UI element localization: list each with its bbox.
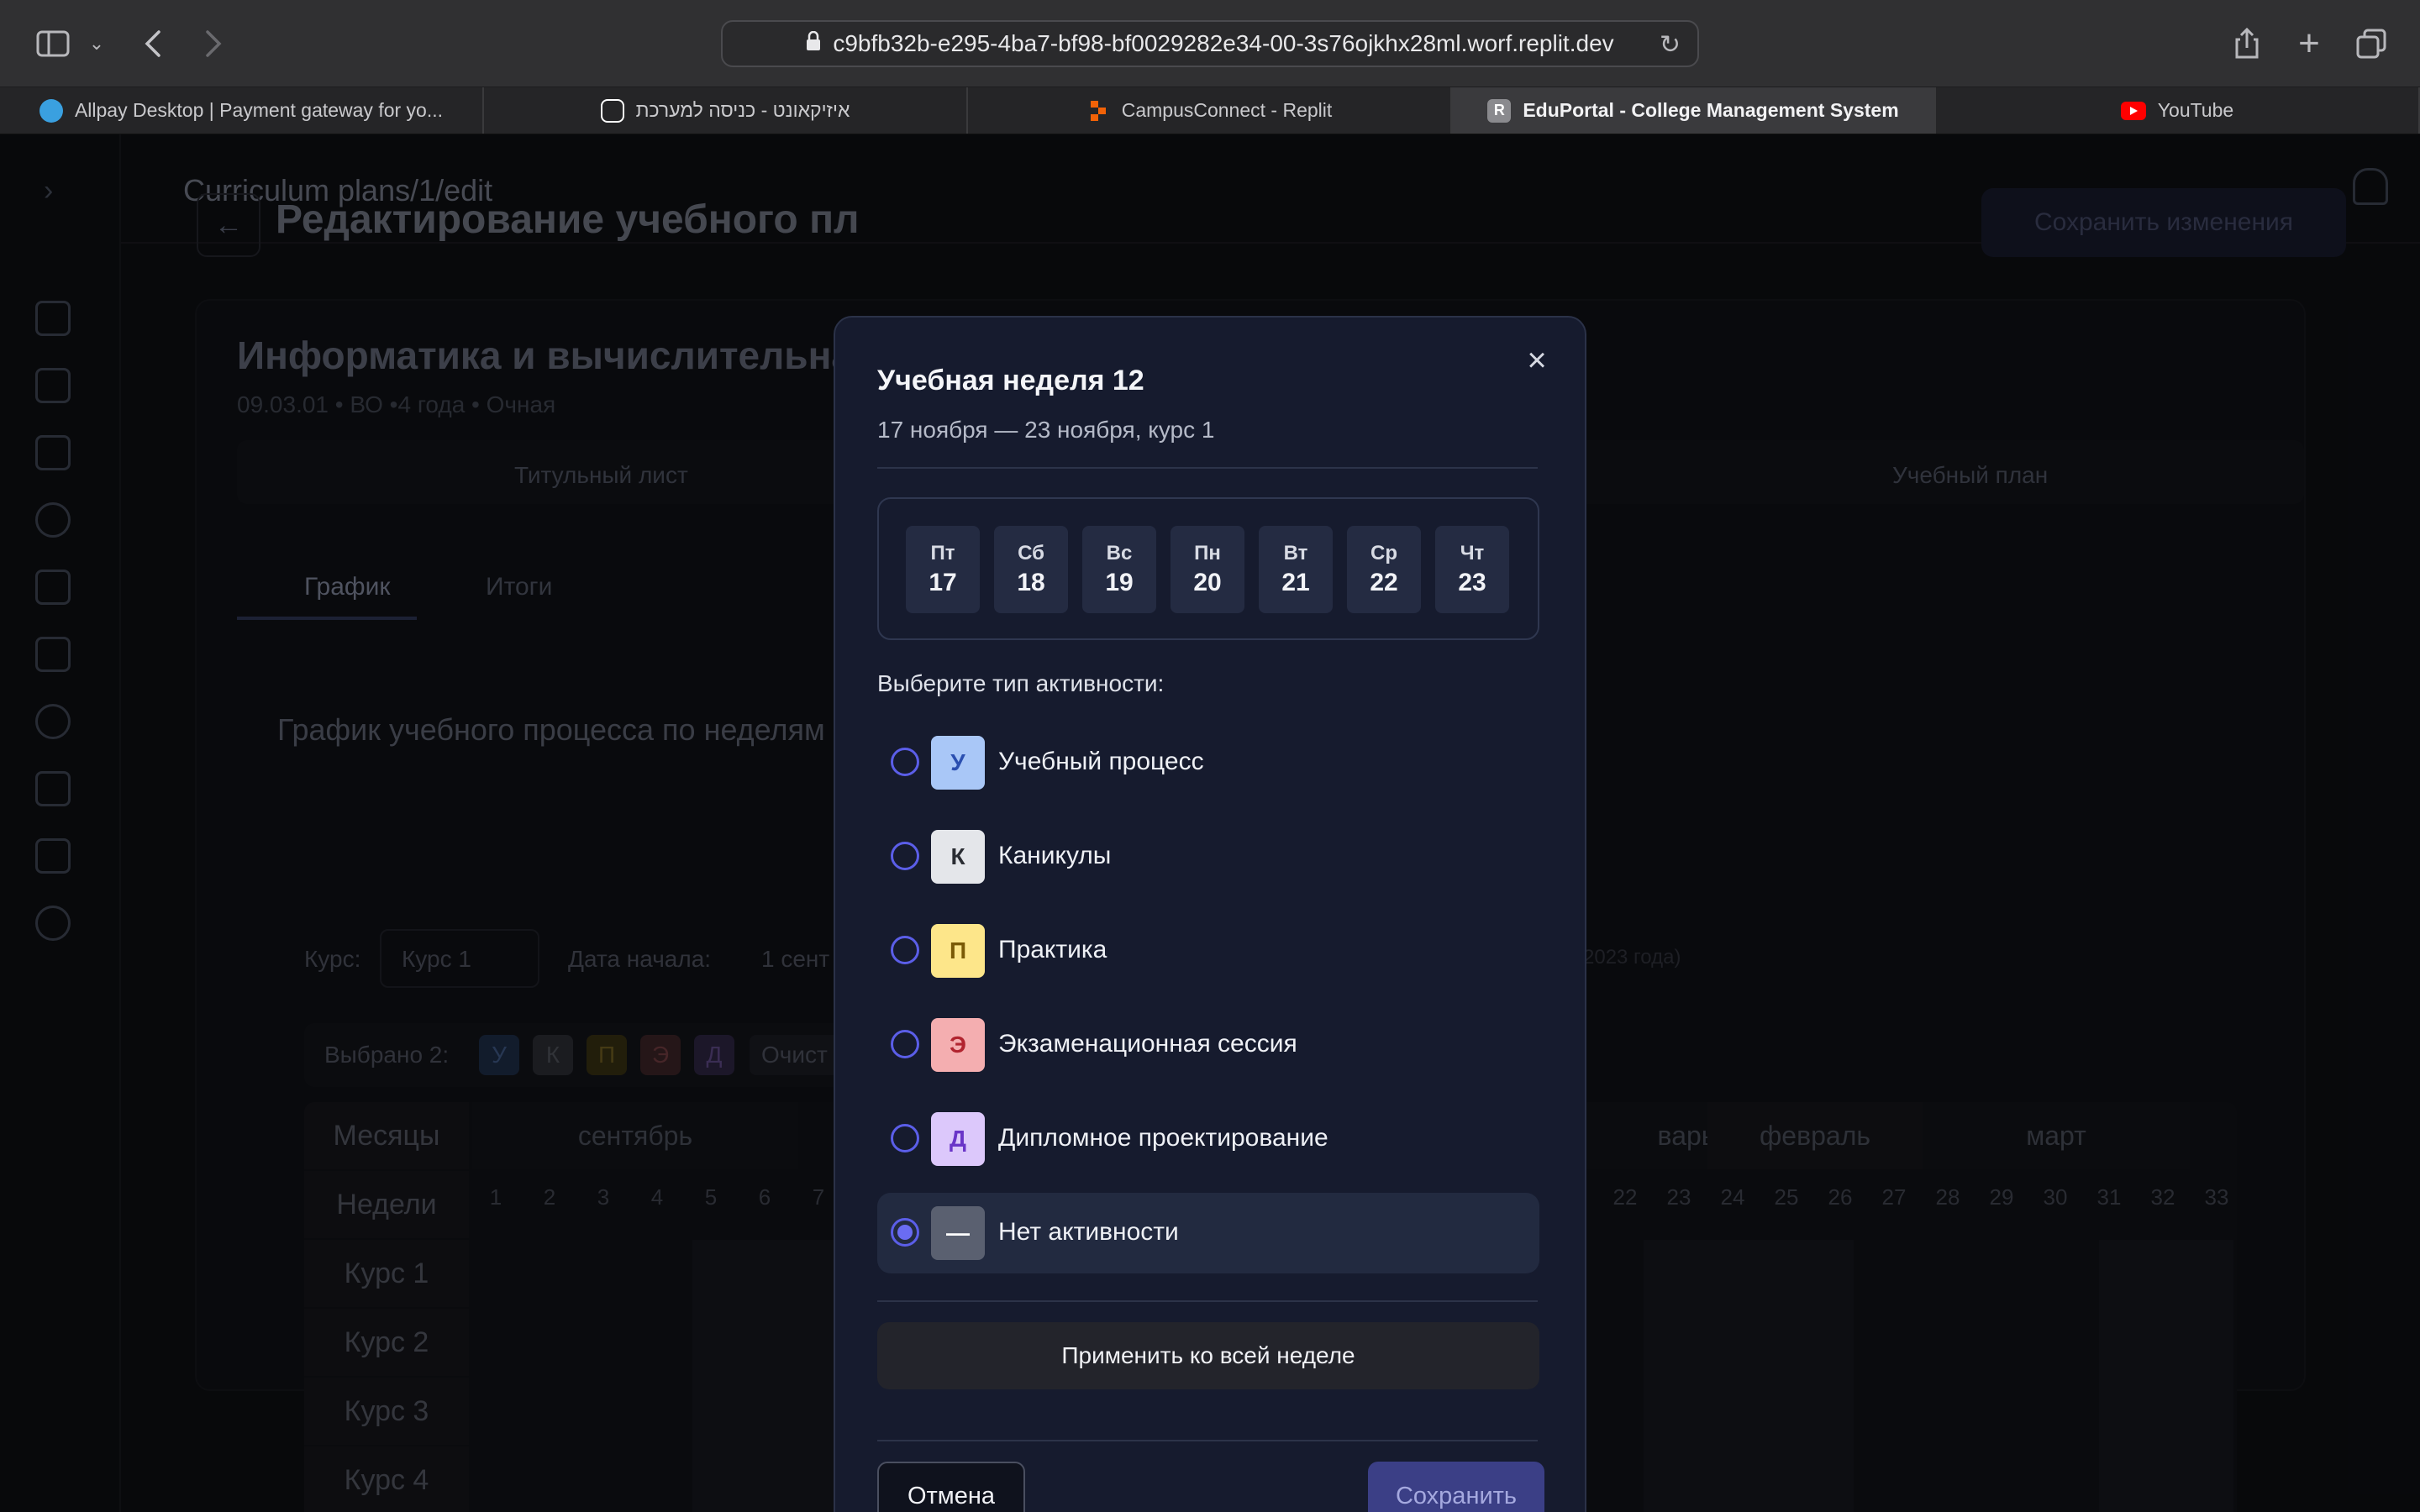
radio-button[interactable] xyxy=(891,842,919,870)
replit-icon xyxy=(1086,99,1110,123)
day-cell[interactable]: Сб 18 xyxy=(994,526,1068,613)
cancel-button[interactable]: Отмена xyxy=(877,1462,1025,1512)
radio-button-checked[interactable] xyxy=(891,1218,919,1247)
apply-to-week-button[interactable]: Применить ко всей неделе xyxy=(877,1322,1539,1389)
activity-label: Практика xyxy=(998,936,1107,963)
activity-prompt: Выберите тип активности: xyxy=(877,670,1165,696)
activity-label: Каникулы xyxy=(998,842,1112,869)
tab-ezcount[interactable]: איזיקאונט - כניסה למערכת xyxy=(484,87,968,134)
tab-overview-icon[interactable] xyxy=(2353,24,2390,64)
tab-youtube[interactable]: YouTube xyxy=(1936,87,2420,134)
sidebar-toggle-icon[interactable] xyxy=(32,24,74,64)
tab-allpay[interactable]: Allpay Desktop | Payment gateway for yo.… xyxy=(0,87,484,134)
allpay-icon xyxy=(39,98,63,123)
day-date: 21 xyxy=(1281,569,1310,596)
activity-label: Дипломное проектирование xyxy=(998,1124,1328,1152)
day-cell[interactable]: Пн 20 xyxy=(1171,526,1244,613)
activity-option-none[interactable]: — Нет активности xyxy=(877,1193,1539,1273)
day-name: Пт xyxy=(930,542,955,564)
day-cell[interactable]: Вт 21 xyxy=(1259,526,1333,613)
eduportal-icon: R xyxy=(1487,98,1512,123)
radio-button[interactable] xyxy=(891,1030,919,1058)
dialog-subtitle: 17 ноября — 23 ноября, курс 1 xyxy=(877,417,1215,443)
close-button[interactable]: × xyxy=(1516,339,1558,381)
activity-label: Экзаменационная сессия xyxy=(998,1030,1297,1058)
tab-label: איזיקאונט - כניסה למערכת xyxy=(635,99,850,121)
tab-bar: Allpay Desktop | Payment gateway for yo.… xyxy=(0,87,2420,134)
address-bar[interactable]: c9bfb32b-e295-4ba7-bf98-bf0029282e34-00-… xyxy=(721,20,1699,67)
activity-label: Учебный процесс xyxy=(998,748,1204,775)
activity-badge: П xyxy=(931,924,985,978)
day-date: 23 xyxy=(1458,569,1486,596)
reload-icon[interactable]: ↻ xyxy=(1660,30,1681,60)
url-text: c9bfb32b-e295-4ba7-bf98-bf0029282e34-00-… xyxy=(833,30,1614,56)
back-arrow-icon[interactable] xyxy=(136,24,170,64)
activity-option-study[interactable]: У Учебный процесс xyxy=(877,722,1539,803)
day-date: 22 xyxy=(1370,569,1398,596)
divider xyxy=(877,1440,1538,1441)
chevron-down-icon[interactable]: ⌄ xyxy=(84,24,109,64)
youtube-icon xyxy=(2120,101,2146,120)
tab-label: YouTube xyxy=(2157,99,2234,121)
activity-badge: Э xyxy=(931,1018,985,1072)
radio-button[interactable] xyxy=(891,748,919,776)
day-cell[interactable]: Вс 19 xyxy=(1082,526,1156,613)
share-icon[interactable] xyxy=(2230,24,2264,64)
activity-badge: К xyxy=(931,830,985,884)
day-cell[interactable]: Чт 23 xyxy=(1435,526,1509,613)
activity-badge: У xyxy=(931,736,985,790)
tab-eduportal[interactable]: R EduPortal - College Management System xyxy=(1452,87,1936,134)
day-cell[interactable]: Пт 17 xyxy=(906,526,980,613)
day-cell[interactable]: Ср 22 xyxy=(1347,526,1421,613)
week-days: Пт 17 Сб 18 Вс 19 Пн 20 Вт 21 Ср 22 Чт 23 xyxy=(877,497,1539,640)
forward-arrow-icon[interactable] xyxy=(197,24,230,64)
browser-toolbar: ⌄ c9bfb32b-e295-4ba7-bf98-bf0029282e34-0… xyxy=(0,0,2420,87)
activity-option-practice[interactable]: П Практика xyxy=(877,911,1539,991)
close-icon: × xyxy=(1527,341,1547,379)
tab-label: CampusConnect - Replit xyxy=(1121,99,1333,121)
activity-option-vacation[interactable]: К Каникулы xyxy=(877,816,1539,897)
radio-button[interactable] xyxy=(891,1124,919,1152)
radio-button[interactable] xyxy=(891,936,919,964)
day-name: Сб xyxy=(1018,542,1044,564)
ezcount-icon xyxy=(600,98,624,123)
day-name: Ср xyxy=(1370,542,1397,564)
day-name: Вс xyxy=(1106,542,1133,564)
day-name: Пн xyxy=(1194,542,1221,564)
save-button[interactable]: Сохранить xyxy=(1368,1462,1544,1512)
new-tab-icon[interactable]: + xyxy=(2292,23,2326,64)
day-name: Чт xyxy=(1460,542,1485,564)
divider xyxy=(877,1300,1538,1302)
day-date: 17 xyxy=(929,569,957,596)
tab-campusconnect[interactable]: CampusConnect - Replit xyxy=(968,87,1452,134)
activity-label: Нет активности xyxy=(998,1218,1179,1246)
week-activity-dialog: Учебная неделя 12 17 ноября — 23 ноября,… xyxy=(834,316,1586,1512)
activity-option-diploma[interactable]: Д Дипломное проектирование xyxy=(877,1099,1539,1179)
day-date: 20 xyxy=(1193,569,1222,596)
day-name: Вт xyxy=(1283,542,1308,564)
tab-label: Allpay Desktop | Payment gateway for yo.… xyxy=(74,99,444,121)
dialog-title: Учебная неделя 12 xyxy=(877,365,1144,396)
day-date: 18 xyxy=(1017,569,1045,596)
day-date: 19 xyxy=(1105,569,1134,596)
activity-option-exam[interactable]: Э Экзаменационная сессия xyxy=(877,1005,1539,1085)
activity-badge: — xyxy=(931,1206,985,1260)
tab-label: EduPortal - College Management System xyxy=(1523,99,1899,121)
divider xyxy=(877,467,1538,469)
lock-icon xyxy=(806,30,821,57)
activity-badge: Д xyxy=(931,1112,985,1166)
